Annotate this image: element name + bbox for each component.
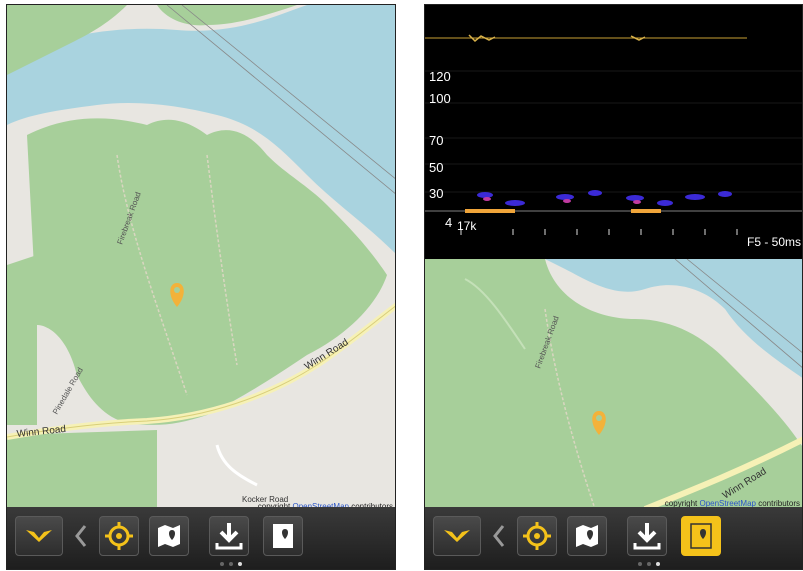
right-screen: 120 100 70 50 30 4 17k F5 - 50ms Firebre… <box>424 4 803 570</box>
spectrogram-canvas <box>425 5 802 259</box>
map-canvas: Firebreak Road Pinedale Road Winn Road W… <box>7 5 395 509</box>
app-logo-button[interactable] <box>433 516 481 556</box>
map-pin-icon <box>158 525 180 547</box>
page-indicator <box>220 562 242 566</box>
y-tick-label: 4 <box>445 215 453 230</box>
y-tick-label: 70 <box>429 133 444 148</box>
map-pin-icon <box>576 525 598 547</box>
download-button[interactable] <box>209 516 249 556</box>
back-chevron-icon[interactable] <box>491 524 507 553</box>
map-view[interactable]: Firebreak Road Pinedale Road Winn Road W… <box>7 5 395 509</box>
locate-button[interactable] <box>99 516 139 556</box>
download-button[interactable] <box>627 516 667 556</box>
crosshair-icon <box>523 522 551 550</box>
bottom-toolbar <box>7 507 395 569</box>
filter-setting-label[interactable]: F5 - 50ms <box>747 235 801 249</box>
frequency-label: 17k <box>457 219 477 233</box>
map-button[interactable] <box>567 516 607 556</box>
y-tick-label: 30 <box>429 186 444 201</box>
download-icon <box>633 523 661 550</box>
forest-area <box>7 255 37 425</box>
bottom-toolbar <box>425 507 802 569</box>
spectrogram-toggle-button[interactable] <box>681 516 721 556</box>
map-canvas: Firebreak Road Winn Road <box>425 259 802 509</box>
forest-area <box>7 430 157 509</box>
layers-button[interactable] <box>263 516 303 556</box>
map-view[interactable]: Firebreak Road Winn Road copyright OpenS… <box>425 259 802 509</box>
left-screen: Firebreak Road Pinedale Road Winn Road W… <box>6 4 396 570</box>
map-button[interactable] <box>149 516 189 556</box>
download-icon <box>215 523 243 550</box>
bird-logo-icon <box>444 530 470 542</box>
spectrogram-panel[interactable]: 120 100 70 50 30 4 17k F5 - 50ms <box>425 5 802 259</box>
back-chevron-icon[interactable] <box>73 524 89 553</box>
bird-logo-icon <box>26 530 52 542</box>
page-map-icon <box>690 523 712 549</box>
y-tick-label: 120 <box>429 69 451 84</box>
y-tick-label: 50 <box>429 160 444 175</box>
locate-button[interactable] <box>517 516 557 556</box>
app-logo-button[interactable] <box>15 516 63 556</box>
page-map-icon <box>273 524 293 548</box>
crosshair-icon <box>105 522 133 550</box>
page-indicator <box>638 562 660 566</box>
y-tick-label: 100 <box>429 91 451 106</box>
